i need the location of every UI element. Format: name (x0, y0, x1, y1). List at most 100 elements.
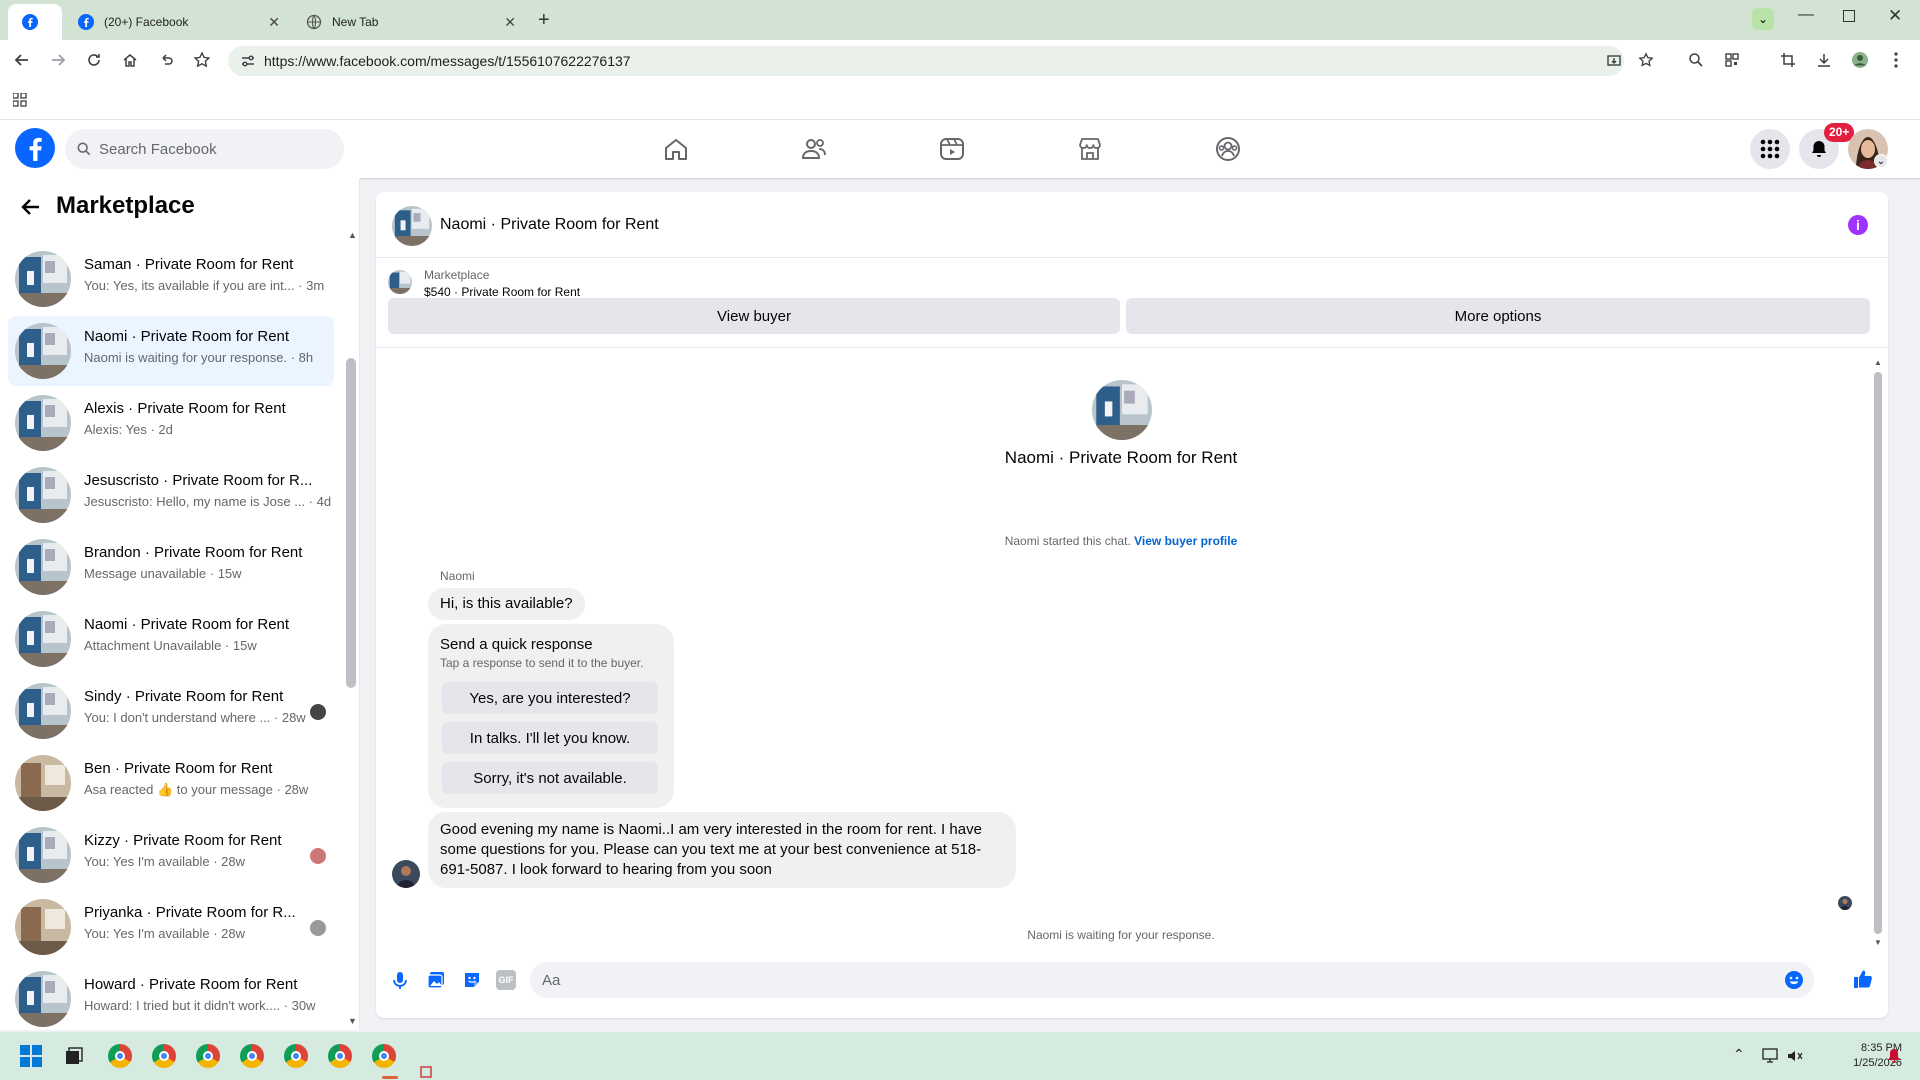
tab-title: (20+) Facebook (104, 15, 189, 29)
scroll-down-arrow-icon[interactable]: ▼ (348, 1016, 357, 1026)
address-bar[interactable]: https://www.facebook.com/messages/t/1556… (228, 46, 1654, 76)
conversation-intro-avatar[interactable] (1092, 380, 1152, 440)
task-view-icon[interactable] (64, 1046, 84, 1066)
scroll-up-arrow-icon[interactable]: ▲ (1874, 358, 1882, 367)
apps-shortcut-button[interactable] (8, 88, 32, 112)
chrome-taskbar-icon[interactable] (196, 1044, 220, 1068)
conversation-preview: Alexis: Yes · 2d (84, 422, 173, 437)
chrome-taskbar-icon[interactable] (152, 1044, 176, 1068)
chat-scrollbar-thumb[interactable] (1874, 372, 1882, 934)
microphone-icon[interactable] (390, 970, 410, 990)
conversation-avatar (15, 971, 71, 1027)
conversation-item[interactable]: Alexis · Private Room for Rent Alexis: Ye… (8, 388, 334, 458)
snipping-tool-icon[interactable] (420, 1066, 432, 1078)
conversation-item[interactable]: Priyanka · Private Room for R... You: Yes… (8, 892, 334, 962)
volume-muted-icon[interactable] (1786, 1048, 1804, 1064)
bookmark-star-button[interactable] (190, 48, 214, 72)
network-icon[interactable] (1762, 1048, 1780, 1064)
browser-menu-button[interactable] (1884, 48, 1908, 72)
conversation-item[interactable]: Ben · Private Room for Rent Asa reacted 👍… (8, 748, 334, 818)
back-arrow-icon[interactable] (20, 196, 42, 218)
restore-button[interactable] (1843, 10, 1855, 22)
chat-title[interactable]: Naomi · Private Room for Rent (440, 216, 659, 234)
home-button[interactable] (118, 48, 142, 72)
downloads-button[interactable] (1812, 48, 1836, 72)
scroll-down-arrow-icon[interactable]: ▼ (1874, 938, 1882, 947)
thumbs-up-icon[interactable] (1852, 968, 1874, 990)
forward-button[interactable] (46, 48, 70, 72)
facebook-logo-icon[interactable] (15, 128, 55, 168)
conversation-item[interactable]: Jesuscristo · Private Room for R... Jesus… (8, 460, 334, 530)
tab-new-tab[interactable]: New Tab ✕ (292, 4, 526, 40)
install-app-icon[interactable] (1606, 53, 1622, 69)
tab-search-button[interactable]: ⌄ (1752, 8, 1774, 30)
quick-response-button[interactable]: Yes, are you interested? (442, 682, 658, 714)
view-buyer-profile-link[interactable]: View buyer profile (1134, 534, 1237, 548)
view-buyer-button[interactable]: View buyer (388, 298, 1120, 334)
conversation-item[interactable]: Howard · Private Room for Rent Howard: I … (8, 964, 334, 1034)
home-nav-icon[interactable] (662, 135, 690, 163)
chrome-taskbar-icon[interactable] (240, 1044, 264, 1068)
menu-button[interactable] (1750, 129, 1790, 169)
message-bubble[interactable]: Hi, is this available? (428, 588, 585, 620)
conversation-item[interactable]: Brandon · Private Room for Rent Message u… (8, 532, 334, 602)
qr-code-button[interactable] (1720, 48, 1744, 72)
star-icon[interactable] (1638, 52, 1654, 68)
quick-response-button[interactable]: Sorry, it's not available. (442, 762, 658, 794)
conversation-item[interactable]: Kizzy · Private Room for Rent You: Yes I'… (8, 820, 334, 890)
conversation-item[interactable]: Sindy · Private Room for Rent You: I don'… (8, 676, 334, 746)
chrome-center-icon (335, 1051, 345, 1061)
sticker-icon[interactable] (462, 970, 482, 990)
account-chevron-icon[interactable]: ⌄ (1874, 154, 1888, 168)
tab-close-icon[interactable]: ✕ (268, 14, 280, 30)
chrome-taskbar-icon[interactable] (372, 1044, 396, 1068)
more-options-button[interactable]: More options (1126, 298, 1870, 334)
sidebar-scrollbar[interactable] (346, 358, 356, 688)
room-listing-photo-icon (15, 323, 71, 379)
tab-facebook-pinned[interactable] (8, 4, 62, 40)
close-window-button[interactable]: ✕ (1888, 6, 1902, 26)
listing-title[interactable]: $540 · Private Room for Rent (424, 285, 580, 299)
marketplace-nav-icon[interactable] (1076, 135, 1104, 163)
reload-button[interactable] (82, 48, 106, 72)
new-tab-button[interactable]: + (538, 10, 550, 30)
sender-avatar[interactable] (392, 860, 420, 888)
tray-overflow-chevron-icon[interactable]: ⌃ (1733, 1046, 1745, 1063)
tab-close-icon[interactable]: ✕ (504, 14, 516, 30)
minimize-button[interactable]: — (1798, 6, 1814, 24)
video-nav-icon[interactable] (938, 135, 966, 163)
listing-thumbnail[interactable] (388, 270, 412, 294)
profile-button[interactable] (1848, 48, 1872, 72)
chat-scrollbar[interactable]: ▲ ▼ (1872, 358, 1884, 948)
emoji-icon[interactable] (1784, 970, 1804, 990)
quick-response-button[interactable]: In talks. I'll let you know. (442, 722, 658, 754)
screenshot-button[interactable] (1776, 48, 1800, 72)
photo-attach-icon[interactable] (426, 970, 446, 990)
scroll-up-arrow-icon[interactable]: ▲ (348, 230, 357, 240)
conversation-item[interactable]: Naomi · Private Room for Rent Naomi is wa… (8, 316, 334, 386)
windows-start-icon[interactable] (20, 1045, 42, 1067)
site-settings-icon[interactable] (240, 53, 256, 69)
back-button[interactable] (10, 48, 34, 72)
chrome-taskbar-icon[interactable] (328, 1044, 352, 1068)
search-bar[interactable]: Search Facebook (65, 129, 344, 169)
tab-facebook[interactable]: (20+) Facebook ✕ (64, 4, 290, 40)
info-icon[interactable]: i (1848, 215, 1868, 235)
conversation-preview: Message unavailable · 15w (84, 566, 242, 581)
conversation-avatar (15, 323, 71, 379)
conversation-item[interactable]: Saman · Private Room for Rent You: Yes, i… (8, 244, 334, 314)
zoom-button[interactable] (1684, 48, 1708, 72)
room-listing-photo-icon (15, 251, 71, 307)
message-input[interactable]: Aa (530, 962, 1814, 998)
groups-nav-icon[interactable] (1214, 135, 1242, 163)
conversation-item[interactable]: Naomi · Private Room for Rent Attachment … (8, 604, 334, 674)
gif-icon[interactable]: GIF (496, 970, 516, 990)
notification-bell-icon[interactable] (1886, 1048, 1902, 1064)
message-bubble[interactable]: Good evening my name is Naomi..I am very… (428, 812, 1016, 888)
chrome-taskbar-icon[interactable] (284, 1044, 308, 1068)
chrome-taskbar-icon[interactable] (108, 1044, 132, 1068)
search-icon (77, 142, 91, 156)
chat-avatar[interactable] (392, 206, 432, 246)
friends-nav-icon[interactable] (800, 135, 828, 163)
undo-button[interactable] (154, 48, 178, 72)
